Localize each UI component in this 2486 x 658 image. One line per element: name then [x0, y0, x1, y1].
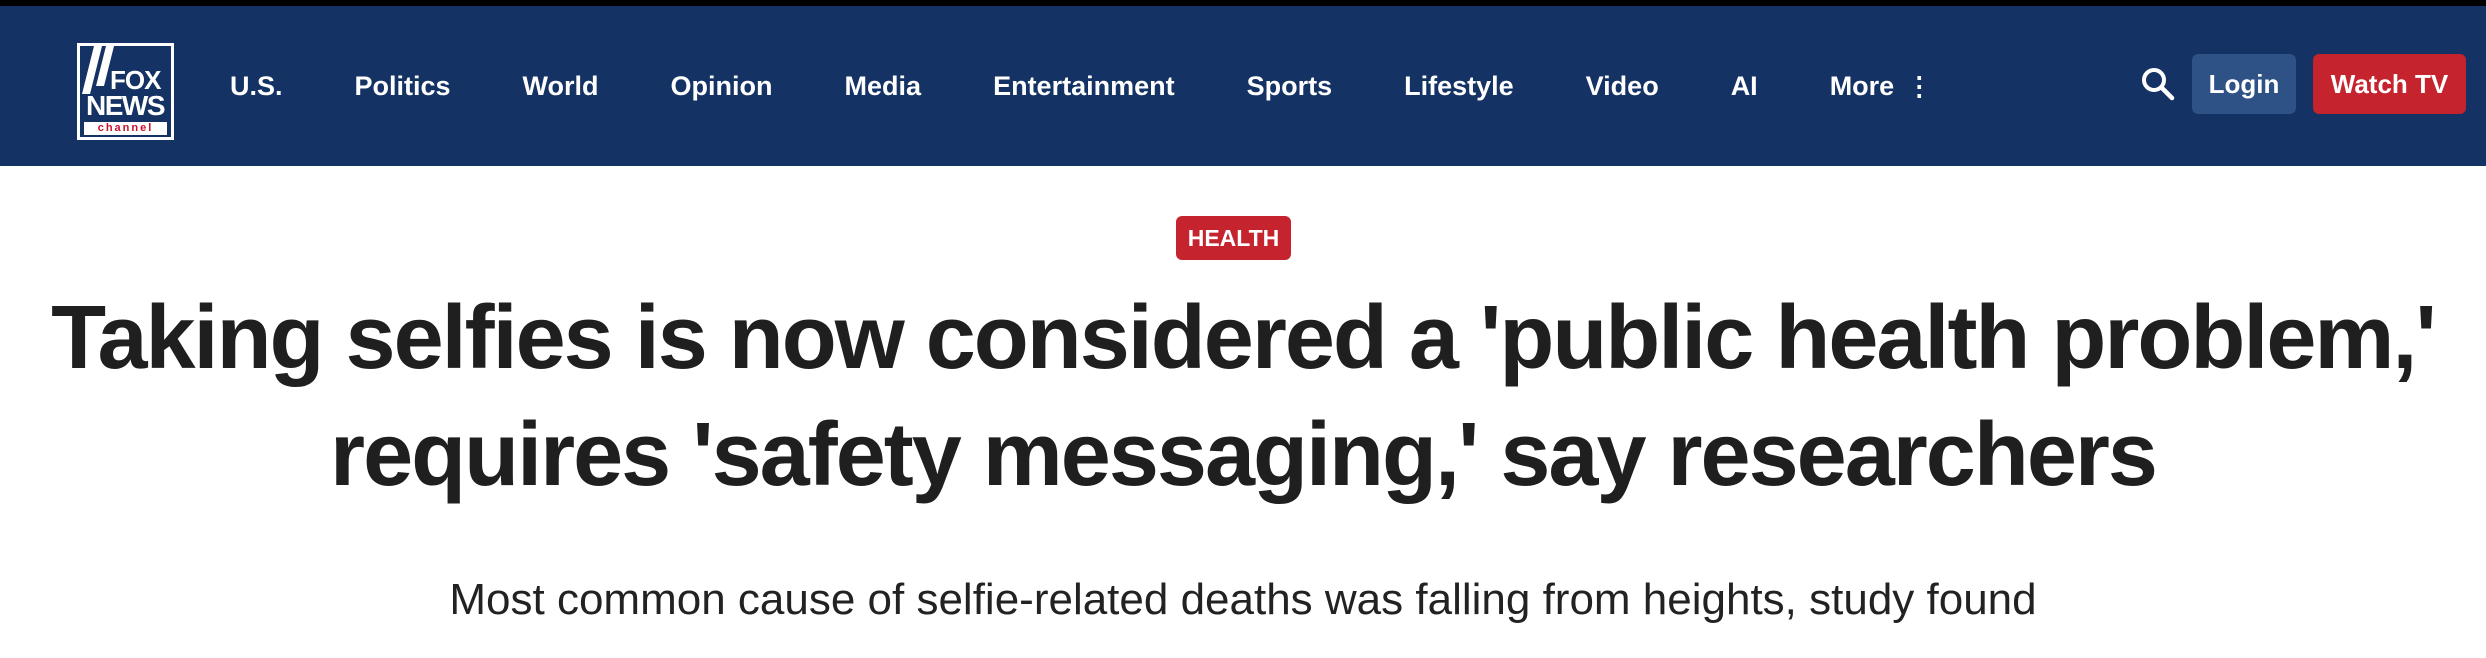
nav-item-opinion[interactable]: Opinion	[671, 71, 773, 102]
nav-item-sports[interactable]: Sports	[1247, 71, 1333, 102]
article-headline: Taking selfies is now considered a 'publ…	[0, 280, 2486, 514]
watch-tv-button[interactable]: Watch TV	[2313, 54, 2466, 114]
nav-more-label: More	[1829, 70, 1895, 101]
nav-item-ai[interactable]: AI	[1731, 71, 1758, 102]
category-badge[interactable]: HEALTH	[1176, 216, 1291, 260]
article-subhead: Most common cause of selfie-related deat…	[449, 575, 2037, 624]
nav-item-world[interactable]: World	[523, 71, 599, 102]
nav-item-lifestyle[interactable]: Lifestyle	[1404, 71, 1514, 102]
nav-item-more[interactable]: More ⋮	[1830, 71, 1933, 102]
nav-item-video[interactable]: Video	[1586, 71, 1659, 102]
nav-item-media[interactable]: Media	[845, 71, 922, 102]
nav-item-politics[interactable]: Politics	[355, 71, 451, 102]
nav-item-us[interactable]: U.S.	[230, 71, 283, 102]
nav-item-entertainment[interactable]: Entertainment	[993, 71, 1175, 102]
fox-news-logo[interactable]: FOX NEWS channel	[77, 43, 174, 140]
main-nav: U.S. Politics World Opinion Media Entert…	[230, 6, 2004, 166]
logo-channel-text: channel	[84, 122, 167, 135]
kebab-vertical-icon: ⋮	[1906, 71, 1933, 101]
headline-line-2: requires 'safety messaging,' say researc…	[330, 405, 2158, 505]
search-icon[interactable]	[2140, 66, 2176, 102]
headline-line-1: Taking selfies is now considered a 'publ…	[51, 288, 2437, 388]
logo-news-text: NEWS	[86, 90, 166, 121]
login-button[interactable]: Login	[2192, 54, 2296, 114]
